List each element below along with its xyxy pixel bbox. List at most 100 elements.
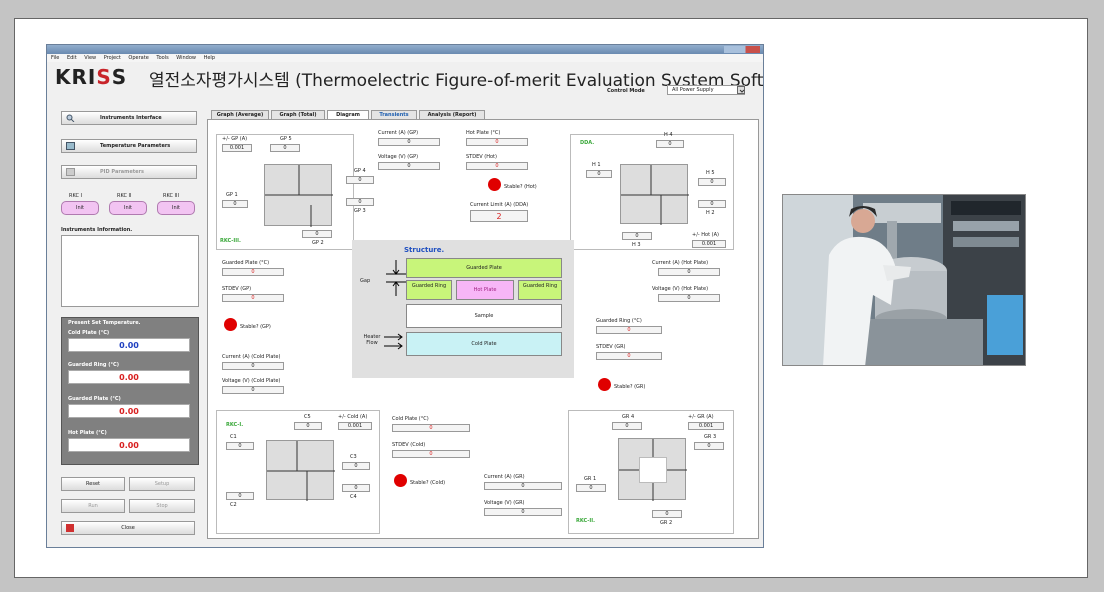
menu-operate[interactable]: Operate <box>128 55 148 61</box>
rkc1-name: RKC-I. <box>226 422 244 428</box>
menu-tools[interactable]: Tools <box>156 55 168 61</box>
menu-project[interactable]: Project <box>104 55 121 61</box>
close-button[interactable]: Close <box>61 521 195 535</box>
gp1-label: GP 1 <box>226 192 238 198</box>
rkc1-init-button[interactable]: Init <box>61 201 99 215</box>
guarded-ring-value: 0.00 <box>68 370 190 384</box>
stop-button[interactable]: Stop <box>129 499 195 513</box>
h3-label: H 3 <box>632 242 641 248</box>
researcher-photo <box>782 194 1026 366</box>
cold-tolerance-value[interactable]: 0.001 <box>338 422 372 430</box>
gr1-value[interactable]: 0 <box>576 484 606 492</box>
hot-plate-temp-label: Hot Plate (°C) <box>466 130 501 136</box>
h3-value[interactable]: 0 <box>622 232 652 240</box>
gp3-value[interactable]: 0 <box>346 198 374 206</box>
hot-plate-label: Hot Plate (°C) <box>68 430 107 436</box>
gp1-value[interactable]: 0 <box>222 200 248 208</box>
gr3-label: GR 3 <box>704 434 717 440</box>
gr-temp-value: 0 <box>596 326 662 334</box>
c3-value[interactable]: 0 <box>342 462 370 470</box>
cold-current-value: 0 <box>222 362 284 370</box>
temperature-parameters-button[interactable]: Temperature Parameters <box>61 139 197 153</box>
gr2-value[interactable]: 0 <box>652 510 682 518</box>
gr-voltage-value: 0 <box>484 508 562 516</box>
menu-edit[interactable]: Edit <box>67 55 77 61</box>
stable-hot-label: Stable? (Hot) <box>504 184 537 190</box>
run-button[interactable]: Run <box>61 499 125 513</box>
c1-value[interactable]: 0 <box>226 442 254 450</box>
stable-gr-indicator <box>598 378 611 391</box>
cold-tolerance-label: +/- Cold (A) <box>338 414 368 420</box>
hot-tolerance-label: +/- Hot (A) <box>692 232 719 238</box>
gr3-value[interactable]: 0 <box>694 442 724 450</box>
menu-window[interactable]: Window <box>176 55 196 61</box>
gr-current-value: 0 <box>484 482 562 490</box>
gp-current-label: Current (A) (GP) <box>378 130 419 136</box>
heater-flow-arrow-icon <box>384 333 403 350</box>
c2-label: C2 <box>230 502 237 508</box>
gp2-value[interactable]: 0 <box>302 230 332 238</box>
window-controls[interactable] <box>724 46 760 53</box>
rkc2-layout <box>618 438 687 501</box>
rkc2-name: RKC-II. <box>576 518 595 524</box>
h4-label: H 4 <box>664 132 673 138</box>
chevron-down-icon[interactable] <box>737 86 745 94</box>
cold-plate-value: 0.00 <box>68 338 190 352</box>
hot-voltage-label: Voltage (V) (Hot Plate) <box>652 286 709 292</box>
gr-temp-label: Guarded Ring (°C) <box>596 318 642 324</box>
h2-value[interactable]: 0 <box>698 200 726 208</box>
search-icon <box>66 114 75 123</box>
c5-label: C5 <box>304 414 311 420</box>
gp2-label: GP 2 <box>312 240 324 246</box>
present-set-temperature-panel: Present Set Temperature. Cold Plate (°C)… <box>61 317 199 465</box>
c4-value[interactable]: 0 <box>342 484 370 492</box>
stdev-hot-label: STDEV (Hot) <box>466 154 497 160</box>
stdev-gp-value: 0 <box>222 294 284 302</box>
c1-label: C1 <box>230 434 237 440</box>
stable-cold-label: Stable? (Cold) <box>410 480 446 486</box>
c2-value[interactable]: 0 <box>226 492 254 500</box>
instruments-interface-button[interactable]: Instruments Interface <box>61 111 197 125</box>
h1-value[interactable]: 0 <box>586 170 612 178</box>
guarded-plate-label: Guarded Plate (°C) <box>68 396 121 402</box>
rkc2-init-button[interactable]: Init <box>109 201 147 215</box>
menu-bar: File Edit View Project Operate Tools Win… <box>47 54 763 62</box>
gp5-label: GP 5 <box>280 136 292 142</box>
gp-voltage-value: 0 <box>378 162 440 170</box>
menu-file[interactable]: File <box>51 55 59 61</box>
gap-arrow-icon <box>386 260 406 296</box>
reset-button[interactable]: Reset <box>61 477 125 491</box>
c4-label: C4 <box>350 494 357 500</box>
instruments-info-textarea[interactable] <box>61 235 199 307</box>
current-limit-value[interactable]: 2 <box>470 210 528 222</box>
gp4-value[interactable]: 0 <box>346 176 374 184</box>
gp-tolerance-value[interactable]: 0.001 <box>222 144 252 152</box>
guarded-plate-value: 0.00 <box>68 404 190 418</box>
stable-gp-indicator <box>224 318 237 331</box>
cold-plate-temp-value: 0 <box>392 424 470 432</box>
kriss-logo: KRISS <box>55 65 128 89</box>
stdev-gp-label: STDEV (GP) <box>222 286 252 292</box>
gap-label: Gap <box>360 278 371 284</box>
c5-value[interactable]: 0 <box>294 422 322 430</box>
menu-view[interactable]: View <box>84 55 96 61</box>
structure-title: Structure. <box>404 246 445 254</box>
grid-icon <box>66 142 75 150</box>
h4-value[interactable]: 0 <box>656 140 684 148</box>
control-mode-select[interactable]: All Power Supply <box>667 85 745 95</box>
rkc3-init-button[interactable]: Init <box>157 201 195 215</box>
pid-parameters-button[interactable]: PID Parameters <box>61 165 197 179</box>
gr-tolerance-value[interactable]: 0.001 <box>688 422 724 430</box>
setup-button[interactable]: Setup <box>129 477 195 491</box>
gr4-value[interactable]: 0 <box>612 422 642 430</box>
gr1-label: GR 1 <box>584 476 597 482</box>
gr-tolerance-label: +/- GR (A) <box>688 414 714 420</box>
stable-cold-indicator <box>394 474 407 487</box>
menu-help[interactable]: Help <box>204 55 215 61</box>
h5-value[interactable]: 0 <box>698 178 726 186</box>
c3-label: C3 <box>350 454 357 460</box>
hot-tolerance-value[interactable]: 0.001 <box>692 240 726 248</box>
stable-hot-indicator <box>488 178 501 191</box>
gp-temp-value: 0 <box>222 268 284 276</box>
gp5-value[interactable]: 0 <box>270 144 300 152</box>
